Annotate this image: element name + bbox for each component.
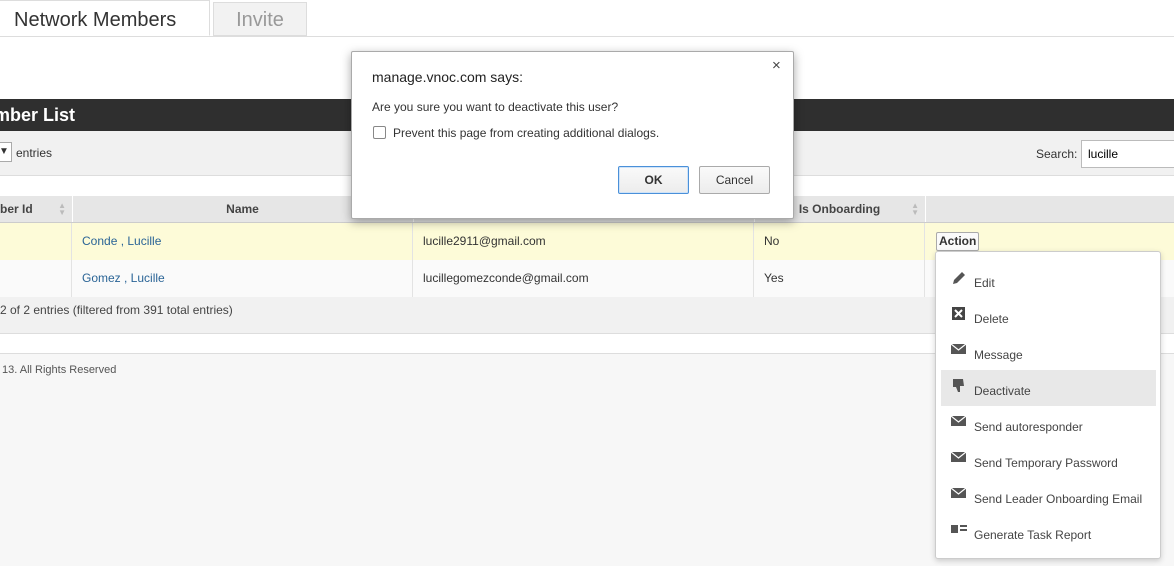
menu-item-send-leader-onboarding-email[interactable]: Send Leader Onboarding Email [941, 478, 1156, 514]
menu-item-delete[interactable]: Delete [941, 298, 1156, 334]
sort-icon: ▲ ▼ [58, 201, 66, 217]
pencil-icon [953, 272, 965, 284]
member-email: lucille2911@gmail.com [413, 223, 754, 260]
cell-member-id [0, 260, 72, 297]
menu-item-send-temporary-password[interactable]: Send Temporary Password [941, 442, 1156, 478]
member-onboarding: No [754, 223, 925, 260]
envelope-icon [951, 487, 967, 498]
envelope-icon [951, 415, 967, 426]
ok-button[interactable]: OK [618, 166, 689, 194]
entries-select[interactable]: ▼ [0, 142, 12, 162]
action-menu: Edit Delete Message Deactivate Send auto… [935, 251, 1161, 559]
tab-invite[interactable]: Invite [213, 2, 307, 36]
panel-title: mber List [0, 105, 76, 125]
tab-network-members[interactable]: Network Members [0, 0, 210, 36]
cancel-button[interactable]: Cancel [699, 166, 770, 194]
member-name-link[interactable]: Gomez , Lucille [72, 260, 413, 297]
dialog-title: manage.vnoc.com says: [372, 69, 523, 85]
prevent-dialogs-label[interactable]: Prevent this page from creating addition… [393, 126, 659, 140]
menu-item-deactivate[interactable]: Deactivate [941, 370, 1156, 406]
menu-item-generate-task-report[interactable]: Generate Task Report [941, 514, 1156, 550]
action-button[interactable]: Action [936, 232, 980, 251]
close-icon[interactable]: × [772, 57, 781, 74]
envelope-icon [951, 451, 967, 462]
copyright: 13. All Rights Reserved [2, 364, 117, 376]
search-input[interactable] [1081, 140, 1174, 168]
sort-icon: ▲ ▼ [911, 201, 919, 217]
member-name-link[interactable]: Conde , Lucille [72, 223, 413, 260]
menu-item-message[interactable]: Message [941, 334, 1156, 370]
confirm-dialog: manage.vnoc.com says: × Are you sure you… [351, 51, 794, 219]
menu-item-send-autoresponder[interactable]: Send autoresponder [941, 406, 1156, 442]
col-member-id[interactable]: ber Id ▲ ▼ [0, 196, 73, 222]
entries-label: entries [16, 146, 53, 160]
col-action [925, 196, 1174, 222]
cell-member-id [0, 223, 72, 260]
report-icon [951, 525, 967, 533]
delete-x-icon [952, 307, 965, 320]
table-info: 2 of 2 entries (filtered from 391 total … [0, 303, 233, 317]
search-label: Search: [1036, 147, 1078, 161]
member-onboarding: Yes [754, 260, 925, 297]
dialog-message: Are you sure you want to deactivate this… [372, 100, 619, 114]
menu-item-edit[interactable]: Edit [941, 262, 1156, 298]
thumbs-down-icon [953, 379, 964, 392]
member-email: lucillegomezconde@gmail.com [413, 260, 754, 297]
envelope-icon [951, 343, 967, 354]
prevent-dialogs-checkbox[interactable] [373, 126, 386, 139]
